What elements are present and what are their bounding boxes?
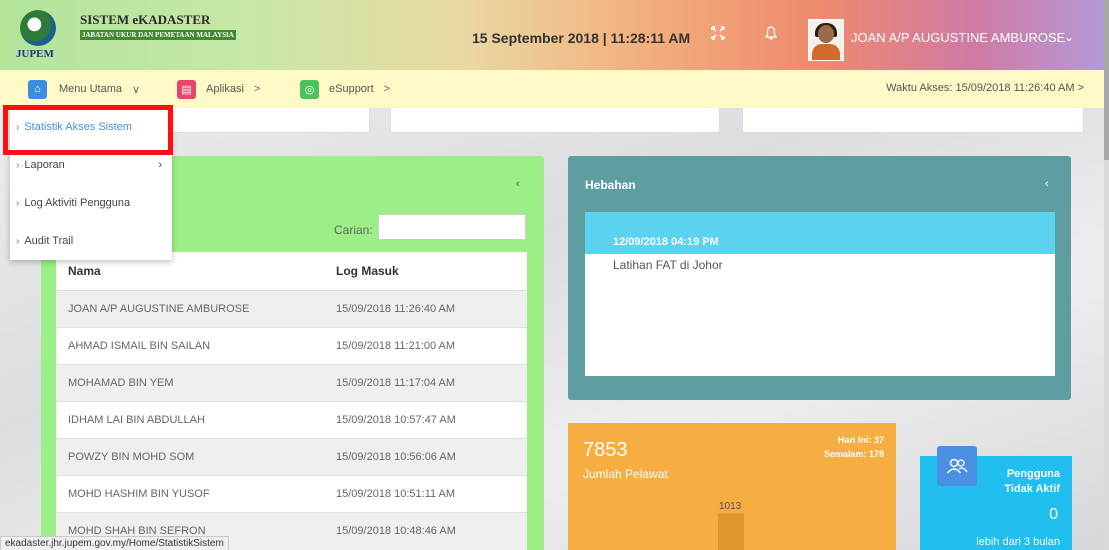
bell-icon[interactable] [764,26,778,43]
visitor-label: Jumlah Pelawat [583,467,668,481]
chevron-right-icon: > [253,83,261,95]
cell-log-masuk: 15/09/2018 10:48:46 AM [336,525,456,537]
table-row[interactable]: JOAN A/P AUGUSTINE AMBUROSE 15/09/2018 1… [56,290,527,328]
menu-utama[interactable]: ⌂ Menu Utama ∨ [28,70,140,108]
announcement-date: 12/09/2018 04:19 PM [613,236,719,248]
inactive-title-line1: Pengguna [1006,468,1060,480]
user-name[interactable]: JOAN A/P AUGUSTINE AMBUROSE [851,30,1065,45]
inactive-users-card: Pengguna Tidak Aktif 0 lebih dari 3 bula… [920,446,1072,550]
cell-log-masuk: 15/09/2018 11:17:04 AM [336,377,456,389]
chevron-right-icon: > [383,83,391,95]
announcement-text[interactable]: Latihan FAT di Johor [613,258,723,272]
top-header: JUPEM SISTEM eKADASTER JABATAN UKUR DAN … [0,0,1104,70]
submenu-arrow-icon: › [158,159,162,171]
menu-item-label: Audit Trail [24,235,74,247]
menu-item-audit-trail[interactable]: › Audit Trail [10,222,172,260]
cell-nama: MOHAMAD BIN YEM [68,377,174,389]
menu-aplikasi-label: Aplikasi [206,83,244,95]
jupem-logo[interactable]: JUPEM [14,8,66,64]
inactive-users-title: Pengguna Tidak Aktif [1004,467,1060,497]
visitor-today: Hari Ini: 37 [837,435,884,445]
collapse-left-icon[interactable]: ‹ [516,178,520,190]
cell-nama: IDHAM LAI BIN ABDULLAH [68,414,205,426]
highlight-box [3,105,173,155]
app-icon: ▤ [177,79,196,99]
cell-log-masuk: 15/09/2018 10:51:11 AM [336,488,456,500]
visitor-today-yesterday: Hari Ini: 37 Semalam: 178 [824,433,884,461]
logo-text: JUPEM [16,48,54,60]
menu-item-label: Log Aktiviti Pengguna [24,197,131,209]
brand-title: SISTEM eKADASTER [80,12,211,27]
cell-log-masuk: 15/09/2018 11:21:00 AM [336,340,456,352]
page-scrollbar[interactable] [1104,0,1109,550]
cell-log-masuk: 15/09/2018 10:56:06 AM [336,451,456,463]
visitor-yesterday: Semalam: 178 [823,449,884,459]
menu-esupport[interactable]: ◎ eSupport > [300,70,390,108]
menu-aplikasi[interactable]: ▤ Aplikasi > [177,70,260,108]
table-row[interactable]: IDHAM LAI BIN ABDULLAH 15/09/2018 10:57:… [56,401,527,439]
table-row[interactable]: MOHAMAD BIN YEM 15/09/2018 11:17:04 AM [56,364,527,402]
visitor-count: 7853 [583,439,628,461]
table-row[interactable]: POWZY BIN MOHD SOM 15/09/2018 10:56:06 A… [56,438,527,476]
cell-nama: MOHD HASHIM BIN YUSOF [68,488,210,500]
visitor-bar [718,513,744,550]
fullscreen-icon[interactable] [711,26,725,43]
user-menu-chevron-icon[interactable]: ⌄ [1064,30,1074,44]
menu-item-log-aktiviti-pengguna[interactable]: › Log Aktiviti Pengguna [10,184,172,222]
menu-item-label: Laporan [24,159,65,171]
cell-log-masuk: 15/09/2018 10:57:47 AM [336,414,456,426]
scrollbar-thumb[interactable] [1104,0,1109,160]
search-label: Carian: [334,223,373,237]
menu-utama-label: Menu Utama [59,83,122,95]
chevron-right-icon: › [16,235,20,247]
announcement-title: Hebahan [585,178,636,192]
announcement-header: 12/09/2018 04:19 PM [585,212,1055,254]
access-time[interactable]: Waktu Akses: 15/09/2018 11:26:40 AM > [886,82,1084,94]
menu-esupport-label: eSupport [329,83,374,95]
chevron-right-icon: › [16,159,20,171]
main-menubar: ⌂ Menu Utama ∨ ▤ Aplikasi > ◎ eSupport >… [0,70,1104,108]
collapse-right-icon[interactable]: ‹ [1045,178,1049,190]
cell-nama: AHMAD ISMAIL BIN SAILAN [68,340,211,352]
cell-nama: JOAN A/P AUGUSTINE AMBUROSE [68,303,250,315]
column-header-log-masuk[interactable]: Log Masuk [336,252,399,290]
search-input[interactable] [378,214,526,240]
chevron-right-icon: › [16,197,20,209]
inactive-users-value: 0 [1049,506,1058,523]
visitor-card: 7853 Jumlah Pelawat Hari Ini: 37 Semalam… [568,423,896,550]
cell-log-masuk: 15/09/2018 11:26:40 AM [336,303,456,315]
inactive-users-subtitle: lebih dari 3 bulan [976,536,1060,548]
brand-subtitle: JABATAN UKUR DAN PEMETAAN MALAYSIA [80,30,236,40]
stat-box [390,108,720,133]
table-row[interactable]: AHMAD ISMAIL BIN SAILAN 15/09/2018 11:21… [56,327,527,365]
logo-emblem-icon [20,10,56,46]
table-row[interactable]: MOHD HASHIM BIN YUSOF 15/09/2018 10:51:1… [56,475,527,513]
login-table: Nama Log Masuk JOAN A/P AUGUSTINE AMBURO… [56,252,527,550]
app-frame: JUPEM SISTEM eKADASTER JABATAN UKUR DAN … [0,0,1104,550]
announcement-box: 12/09/2018 04:19 PM Latihan FAT di Johor [585,212,1055,376]
visitor-bar-label: 1013 [719,501,742,512]
home-icon: ⌂ [28,79,47,99]
browser-status-url: ekadaster.jhr.jupem.gov.my/Home/Statisti… [0,536,229,550]
users-icon [937,446,977,486]
inactive-title-line2: Tidak Aktif [1004,483,1060,495]
user-avatar[interactable] [808,19,844,61]
current-datetime: 15 September 2018 | 11:28:11 AM [472,30,691,46]
cell-nama: POWZY BIN MOHD SOM [68,451,195,463]
chevron-down-icon: ∨ [131,83,141,96]
support-icon: ◎ [300,79,319,99]
stat-box [742,108,1084,133]
